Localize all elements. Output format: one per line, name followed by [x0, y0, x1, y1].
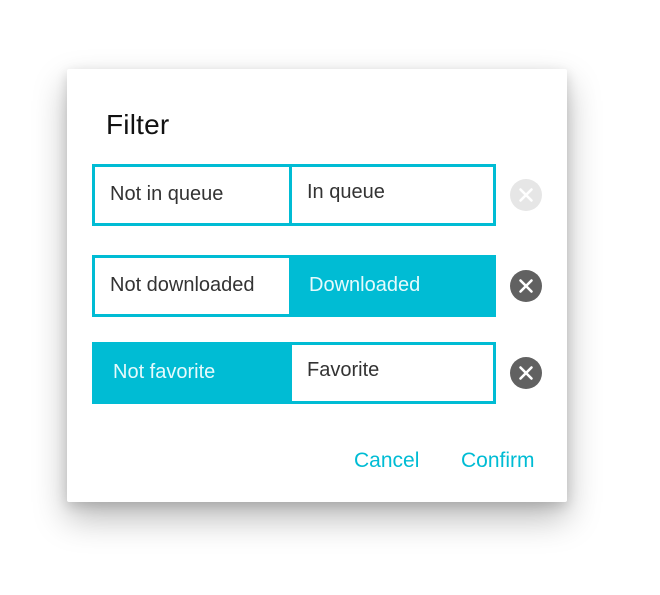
close-circle-icon: [519, 188, 533, 202]
not-in-queue-option[interactable]: Not in queue: [92, 164, 292, 226]
cancel-button[interactable]: Cancel: [354, 449, 419, 473]
download-filter-row: Not downloaded Downloaded: [92, 255, 496, 317]
favorite-label: Favorite: [307, 359, 380, 381]
filter-dialog: Filter Not in queue In queue Not downloa…: [67, 69, 567, 502]
clear-download-filter-button[interactable]: [510, 270, 542, 302]
close-circle-icon: [519, 279, 533, 293]
dialog-title: Filter: [106, 109, 170, 140]
downloaded-label: Downloaded: [309, 274, 421, 296]
not-in-queue-label: Not in queue: [110, 183, 224, 205]
in-queue-option[interactable]: In queue: [289, 164, 496, 226]
clear-favorite-filter-button[interactable]: [510, 357, 542, 389]
downloaded-option[interactable]: Downloaded: [289, 255, 496, 317]
close-circle-icon: [519, 366, 533, 380]
clear-queue-filter-button[interactable]: [510, 179, 542, 211]
favorite-option[interactable]: Favorite: [289, 342, 496, 404]
favorite-filter-row: Not favorite Favorite: [92, 342, 496, 404]
not-downloaded-label: Not downloaded: [110, 274, 255, 296]
not-downloaded-option[interactable]: Not downloaded: [92, 255, 292, 317]
not-favorite-option[interactable]: Not favorite: [92, 342, 292, 404]
in-queue-label: In queue: [307, 181, 385, 203]
queue-filter-row: Not in queue In queue: [92, 164, 496, 226]
confirm-button[interactable]: Confirm: [461, 449, 535, 473]
not-favorite-label: Not favorite: [113, 361, 216, 383]
